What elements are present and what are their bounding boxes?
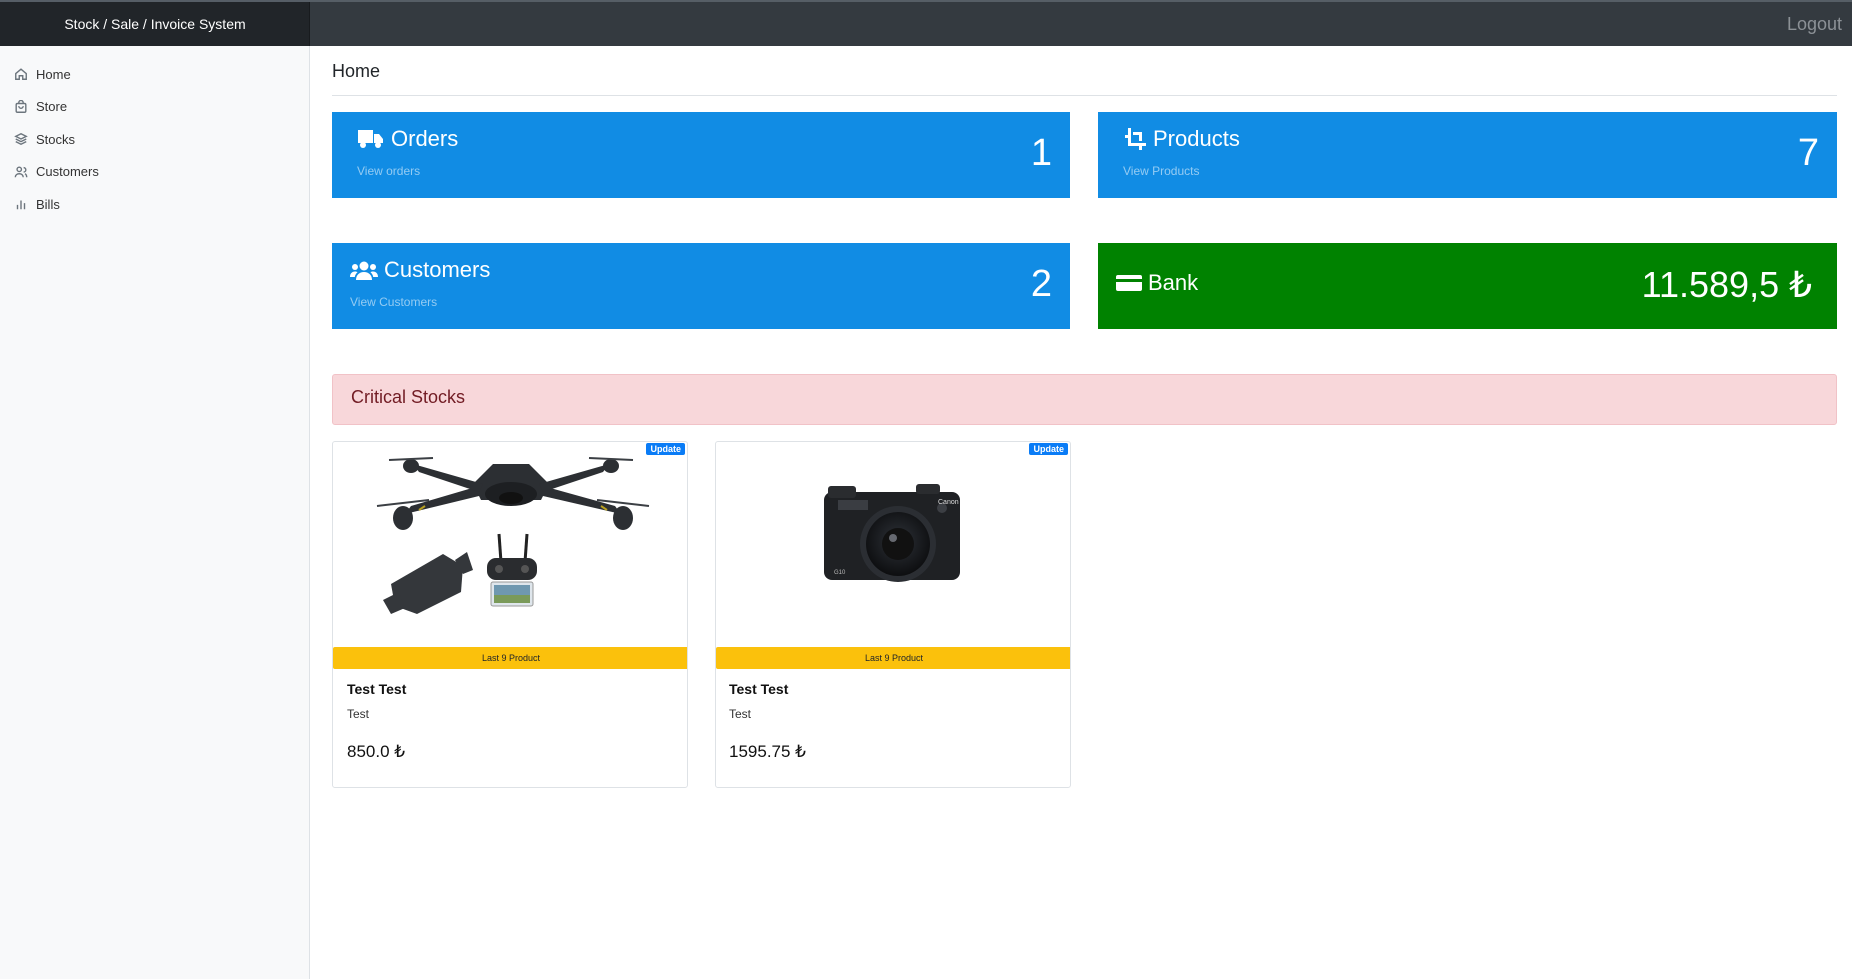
- truck-icon: [358, 130, 383, 148]
- sidebar-item-bills[interactable]: Bills: [0, 188, 309, 221]
- view-customers-link[interactable]: View Customers: [350, 295, 437, 309]
- users-icon: [14, 166, 28, 178]
- product-description: Test: [347, 707, 370, 721]
- bank-title: Bank: [1116, 270, 1198, 296]
- layers-icon: [14, 133, 28, 146]
- drone-image: [376, 457, 650, 614]
- sidebar-item-label: Stocks: [36, 131, 76, 147]
- customers-card[interactable]: Customers View Customers 2: [332, 243, 1070, 329]
- svg-text:G10: G10: [834, 570, 846, 576]
- products-card[interactable]: Products View Products 7: [1098, 112, 1837, 198]
- bank-card[interactable]: Bank 11.589,5 ₺: [1098, 243, 1837, 329]
- product-name: Test Test: [347, 681, 407, 697]
- critical-stocks-alert: Critical Stocks: [332, 374, 1837, 425]
- products-title: Products: [1123, 126, 1240, 152]
- camera-image: Canon G10: [824, 484, 960, 582]
- bank-balance: 11.589,5 ₺: [1641, 264, 1812, 305]
- customers-count: 2: [1030, 263, 1052, 305]
- orders-card[interactable]: Orders View orders 1: [332, 112, 1070, 198]
- low-stock-banner: Last 9 Product: [333, 647, 687, 669]
- products-count: 7: [1797, 132, 1819, 174]
- sidebar-item-home[interactable]: Home: [0, 58, 309, 91]
- product-name: Test Test: [729, 681, 789, 697]
- customers-title: Customers: [350, 257, 490, 283]
- svg-text:Canon: Canon: [938, 499, 959, 506]
- main-content: Home Orders View orders 1 Products View …: [332, 46, 1837, 788]
- sidebar-item-label: Bills: [36, 196, 60, 212]
- logout-link[interactable]: Logout: [1787, 2, 1842, 46]
- users-icon: [350, 261, 378, 280]
- credit-card-icon: [1116, 275, 1142, 291]
- orders-count: 1: [1030, 132, 1052, 174]
- product-description: Test: [729, 707, 752, 721]
- low-stock-banner: Last 9 Product: [716, 647, 1070, 669]
- product-price: 850.0 ₺: [347, 742, 406, 761]
- update-badge[interactable]: Update: [646, 443, 685, 455]
- page-title: Home: [332, 46, 1837, 96]
- view-orders-link[interactable]: View orders: [357, 164, 420, 178]
- store-icon: [15, 99, 27, 113]
- sidebar-item-customers[interactable]: Customers: [0, 156, 309, 189]
- app-brand[interactable]: Stock / Sale / Invoice System: [0, 2, 310, 46]
- product-card[interactable]: Update Last 9 Product Test Test Test 850…: [332, 441, 688, 788]
- sidebar-item-label: Customers: [36, 164, 99, 180]
- orders-title: Orders: [357, 126, 458, 152]
- sidebar: Home Store Stocks Customers Bills: [0, 46, 310, 979]
- crop-icon: [1125, 128, 1146, 150]
- product-card[interactable]: Canon G10 Update Last 9 Product Test Tes…: [715, 441, 1071, 788]
- top-navbar: Stock / Sale / Invoice System Logout: [0, 0, 1852, 46]
- product-price: 1595.75 ₺: [729, 742, 806, 761]
- home-icon: [15, 68, 27, 81]
- sidebar-item-store[interactable]: Store: [0, 91, 309, 124]
- sidebar-item-label: Home: [36, 66, 71, 82]
- sidebar-item-stocks[interactable]: Stocks: [0, 123, 309, 156]
- sidebar-item-label: Store: [36, 99, 68, 115]
- view-products-link[interactable]: View Products: [1123, 164, 1199, 178]
- update-badge[interactable]: Update: [1029, 443, 1068, 455]
- bar-chart-icon: [16, 200, 26, 210]
